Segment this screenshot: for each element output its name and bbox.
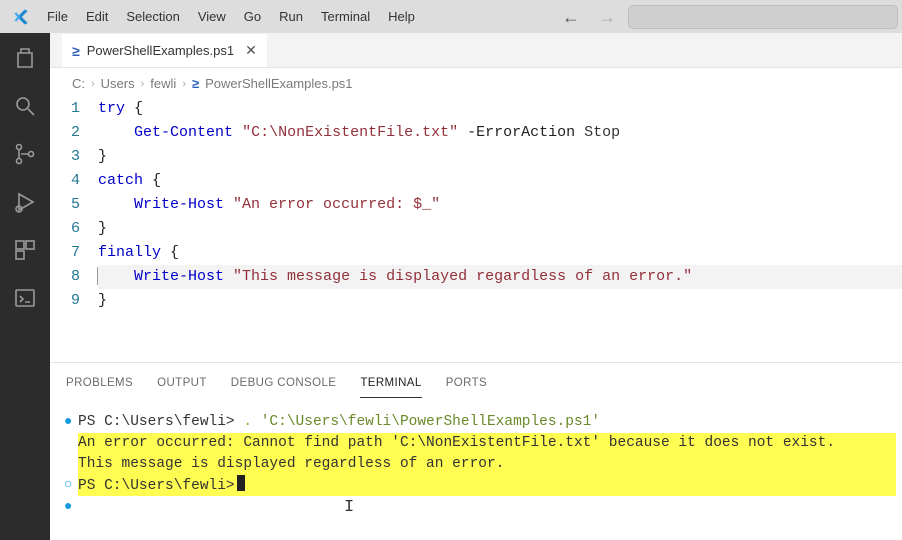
line-number: 8 [50,265,80,289]
menu-selection[interactable]: Selection [117,3,188,30]
panel-tab-debug-console[interactable]: DEBUG CONSOLE [231,377,337,398]
powershell-file-icon: ≥ [192,76,199,91]
code-content[interactable]: try { Get-Content "C:\NonExistentFile.tx… [98,97,902,362]
panel-tab-terminal[interactable]: TERMINAL [360,377,421,398]
tab-label: PowerShellExamples.ps1 [87,43,234,58]
line-number: 4 [50,169,80,193]
bottom-panel: PROBLEMS OUTPUT DEBUG CONSOLE TERMINAL P… [50,362,902,540]
chevron-right-icon: › [91,78,95,90]
menu-edit[interactable]: Edit [77,3,117,30]
line-number: 7 [50,241,80,265]
crumb-file[interactable]: PowerShellExamples.ps1 [205,76,352,91]
panel-tab-problems[interactable]: PROBLEMS [66,377,133,398]
panel-tabs: PROBLEMS OUTPUT DEBUG CONSOLE TERMINAL P… [50,363,902,398]
menu-help[interactable]: Help [379,3,424,30]
tab-powershell-examples[interactable]: ≥ PowerShellExamples.ps1 ✕ [62,33,267,67]
activity-bar [0,33,50,540]
close-tab-icon[interactable]: ✕ [245,42,257,59]
editor-group: ≥ PowerShellExamples.ps1 ✕ C: › Users › fe… [50,33,902,540]
editor-tabs: ≥ PowerShellExamples.ps1 ✕ [50,33,902,68]
terminal-cursor [237,475,245,491]
nav-forward-icon[interactable]: → [598,8,616,26]
extensions-icon[interactable] [12,237,38,263]
terminal-output: An error occurred: Cannot find path 'C:\… [78,433,835,454]
menu-file[interactable]: File [38,3,77,30]
line-number: 9 [50,289,80,313]
crumb-users[interactable]: Users [101,76,135,91]
terminal[interactable]: ●PS C:\Users\fewli> . 'C:\Users\fewli\Po… [50,398,902,540]
menu-run[interactable]: Run [270,3,312,30]
menu-go[interactable]: Go [235,3,270,30]
source-control-icon[interactable] [12,141,38,167]
line-number: 6 [50,217,80,241]
menu-view[interactable]: View [189,3,235,30]
chevron-right-icon: › [141,78,145,90]
command-center-input[interactable] [628,5,898,29]
terminal-panel-icon[interactable] [12,285,38,311]
line-number: 5 [50,193,80,217]
search-icon[interactable] [12,93,38,119]
line-number: 2 [50,121,80,145]
title-bar: File Edit Selection View Go Run Terminal… [0,0,902,33]
terminal-output: This message is displayed regardless of … [78,454,504,475]
menu-terminal[interactable]: Terminal [312,3,379,30]
panel-tab-output[interactable]: OUTPUT [157,377,207,398]
line-number: 3 [50,145,80,169]
breadcrumbs[interactable]: C: › Users › fewli › ≥ PowerShellExamples.p… [50,68,902,95]
line-number: 1 [50,97,80,121]
line-number-gutter: 1 2 3 4 5 6 7 8 9 [50,97,98,362]
psreadline-indicator-icon: ● [64,412,78,433]
run-debug-icon[interactable] [12,189,38,215]
vscode-logo-icon [4,8,38,26]
psreadline-indicator-icon: ● [64,497,78,518]
explorer-icon[interactable] [12,45,38,71]
panel-tab-ports[interactable]: PORTS [446,377,487,398]
code-editor[interactable]: 1 2 3 4 5 6 7 8 9 try { Get-Content "C:\… [50,95,902,362]
psreadline-indicator-icon: ○ [64,475,78,496]
crumb-fewli[interactable]: fewli [150,76,176,91]
nav-back-icon[interactable]: ← [562,8,580,26]
crumb-c[interactable]: C: [72,76,85,91]
powershell-file-icon: ≥ [72,43,80,59]
chevron-right-icon: › [182,78,186,90]
